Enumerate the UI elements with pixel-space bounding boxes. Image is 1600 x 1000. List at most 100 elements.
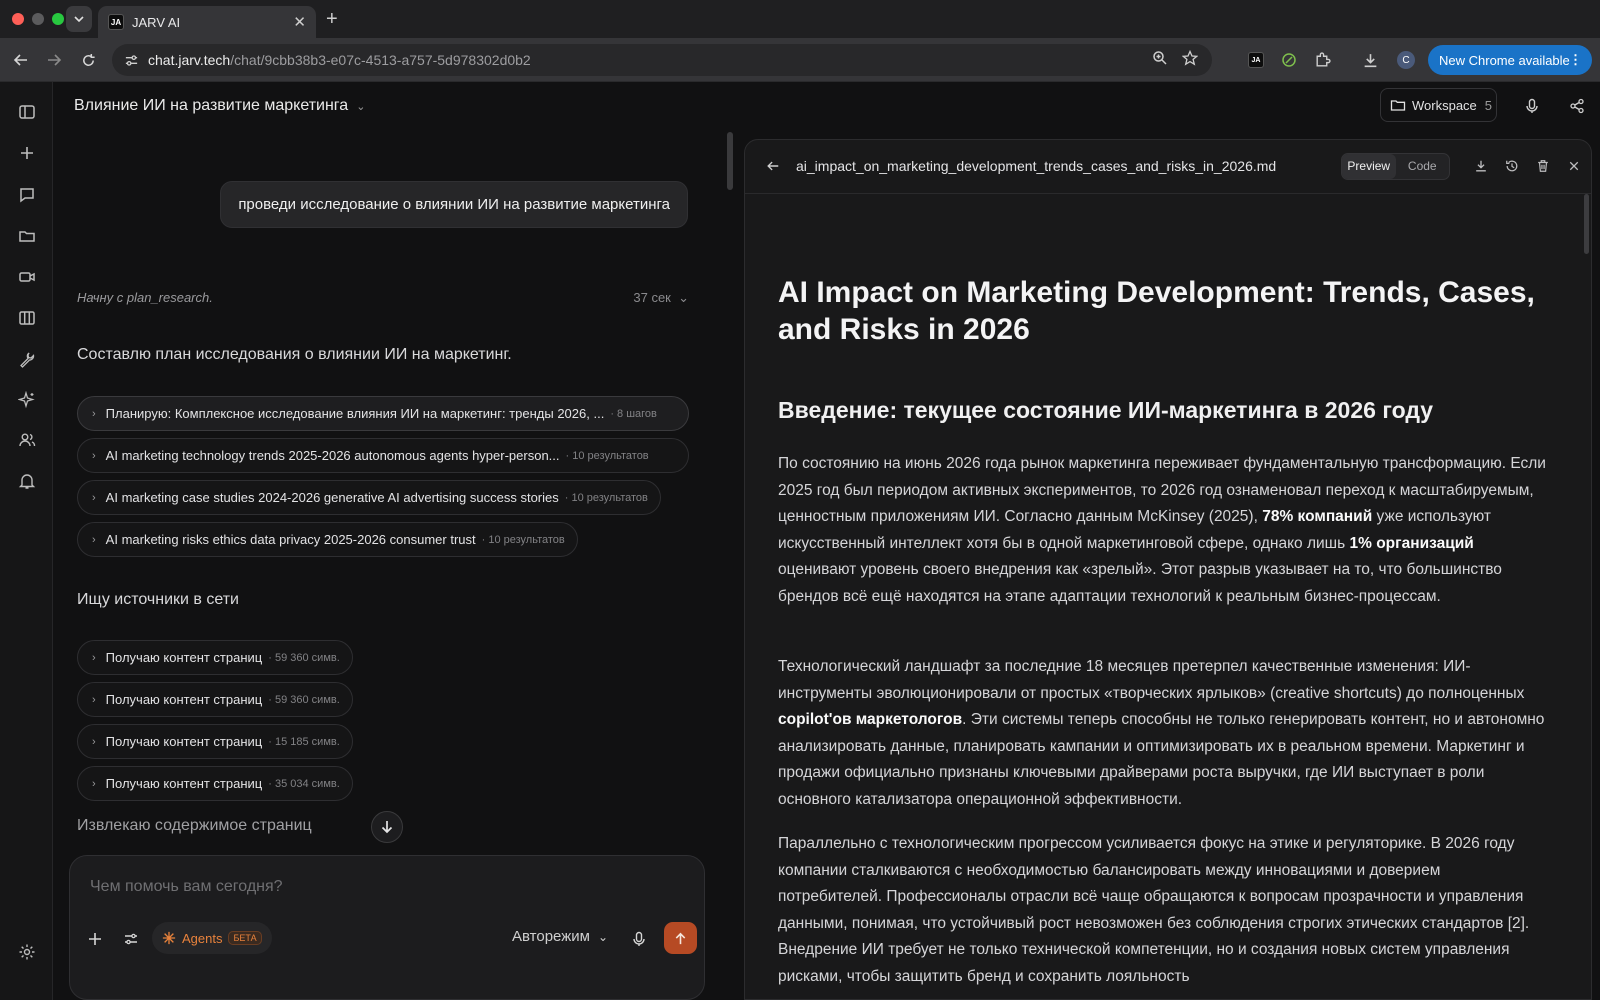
url-path: /chat/9cbb38b3-e07c-4513-a757-5d978302d0… [230,52,531,68]
ai-features-button[interactable] [15,388,39,412]
chevron-right-icon: › [92,533,96,546]
app-sidebar-rail [0,82,53,1000]
emphasis: 1% организаций [1349,534,1474,552]
step-meta: · 10 результатов [564,491,648,504]
toggle-sidebar-button[interactable] [15,100,39,124]
arrow-up-icon [675,932,686,944]
profile-avatar[interactable]: C [1395,49,1417,71]
users-icon [19,433,36,447]
document-delete-button[interactable] [1533,156,1553,176]
team-button[interactable] [15,428,39,452]
tab-close-icon[interactable]: ✕ [293,13,306,31]
chat-scrollbar[interactable] [727,132,733,190]
fetch-label: Получаю контент страниц [105,650,263,665]
chevron-right-icon: › [92,407,96,420]
mode-label: Авторежим [512,928,590,945]
step-item[interactable]: › AI marketing technology trends 2025-20… [77,438,689,473]
fetch-item[interactable]: › Получаю контент страниц · 15 185 симв. [77,724,353,759]
chats-button[interactable] [15,183,39,207]
chevron-right-icon: › [92,693,96,706]
thinking-time: 37 сек ⌄ [633,290,689,305]
reload-button[interactable] [77,49,99,71]
emphasis: 78% компаний [1262,508,1373,525]
step-label: Планирую: Комплексное исследование влиян… [105,406,605,421]
step-label: AI marketing case studies 2024-2026 gene… [105,490,559,505]
send-button[interactable] [664,922,697,954]
chevron-down-icon: ⌄ [356,100,366,113]
folder-icon [19,231,35,242]
chat-title: Влияние ИИ на развитие маркетинга [74,97,349,114]
sliders-icon [125,933,137,945]
dictate-button[interactable] [627,927,651,951]
fetch-item[interactable]: › Получаю контент страниц · 35 034 симв. [77,766,353,801]
chevron-right-icon: › [92,651,96,664]
step-item[interactable]: › AI marketing case studies 2024-2026 ge… [77,480,661,515]
document-download-button[interactable] [1471,156,1491,176]
tab-code[interactable]: Code [1396,154,1450,179]
address-bar[interactable]: chat.jarv.tech/chat/9cbb38b3-e07c-4513-a… [112,44,1212,76]
document-history-button[interactable] [1502,156,1522,176]
tools-button[interactable] [15,347,39,371]
zoom-icon[interactable] [1152,50,1168,71]
fetch-label: Получаю контент страниц [105,734,263,749]
message-composer[interactable]: Чем помочь вам сегодня? Agents БЕТА Авто… [69,855,705,1000]
app-header: Влияние ИИ на развитие маркетинга ⌄ Work… [53,82,1600,132]
back-button[interactable] [10,49,32,71]
microphone-icon [633,931,645,946]
chrome-update-button[interactable]: New Chrome available ⋮ [1428,45,1592,75]
beta-badge: БЕТА [228,931,262,945]
board-button[interactable] [15,306,39,330]
settings-button[interactable] [15,940,39,964]
video-button[interactable] [15,265,39,289]
mode-selector[interactable]: Авторежим ⌄ [512,928,608,945]
document-back-button[interactable] [763,156,783,176]
chat-bubble-icon [20,188,34,203]
step-meta: · 8 шагов [610,407,657,420]
step-meta: · 10 результатов [565,449,649,462]
voice-button[interactable] [1521,95,1543,117]
bookmark-star-icon[interactable] [1181,49,1199,71]
window-minimize-button[interactable] [32,13,44,25]
tab-title: JARV AI [132,14,181,30]
window-close-button[interactable] [12,13,24,25]
browser-tab[interactable]: JA JARV AI ✕ [98,6,316,38]
fetch-label: Получаю контент страниц [105,776,263,791]
browser-tabbar: JA JARV AI ✕ + [0,0,1600,38]
fetch-label: Получаю контент страниц [105,692,263,707]
attach-button[interactable] [83,927,107,951]
fetch-meta: · 35 034 симв. [268,777,340,790]
site-settings-icon[interactable] [122,51,140,69]
window-zoom-button[interactable] [52,13,64,25]
workspace-button[interactable]: Workspace 5 [1380,88,1497,122]
doc-paragraph-3: Параллельно с технологическим прогрессом… [778,835,1530,985]
scroll-to-bottom-button[interactable] [371,811,403,843]
share-button[interactable] [1566,95,1588,117]
leaf-extension-icon[interactable] [1278,49,1300,71]
step-item[interactable]: › AI marketing risks ethics data privacy… [77,522,578,557]
downloads-icon[interactable] [1359,49,1381,71]
tab-search-button[interactable] [66,6,92,32]
step-item[interactable]: › Планирую: Комплексное исследование вли… [77,396,689,431]
fetch-meta: · 59 360 симв. [268,693,340,706]
plus-icon [21,147,33,159]
tools-settings-button[interactable] [119,927,143,951]
jarv-extension-icon[interactable]: JA [1245,49,1267,71]
agents-toggle[interactable]: Agents БЕТА [152,922,272,954]
step-label: AI marketing risks ethics data privacy 2… [105,532,476,547]
wrench-icon [20,352,35,368]
new-chat-button[interactable] [15,141,39,165]
tab-preview[interactable]: Preview [1342,154,1396,179]
document-close-button[interactable] [1564,156,1584,176]
document-scrollbar[interactable] [1584,194,1589,254]
new-tab-button[interactable]: + [326,8,338,31]
notifications-button[interactable] [15,469,39,493]
forward-button[interactable] [43,49,65,71]
trash-icon [1538,160,1548,172]
document-header: ai_impact_on_marketing_development_trend… [745,140,1591,194]
thinking-toggle[interactable]: Начну с plan_research. 37 сек ⌄ [77,290,689,305]
chat-title-dropdown[interactable]: Влияние ИИ на развитие маркетинга ⌄ [74,97,365,115]
files-button[interactable] [15,224,39,248]
fetch-item[interactable]: › Получаю контент страниц · 59 360 симв. [77,682,353,717]
fetch-item[interactable]: › Получаю контент страниц · 59 360 симв. [77,640,353,675]
extensions-puzzle-icon[interactable] [1311,49,1333,71]
